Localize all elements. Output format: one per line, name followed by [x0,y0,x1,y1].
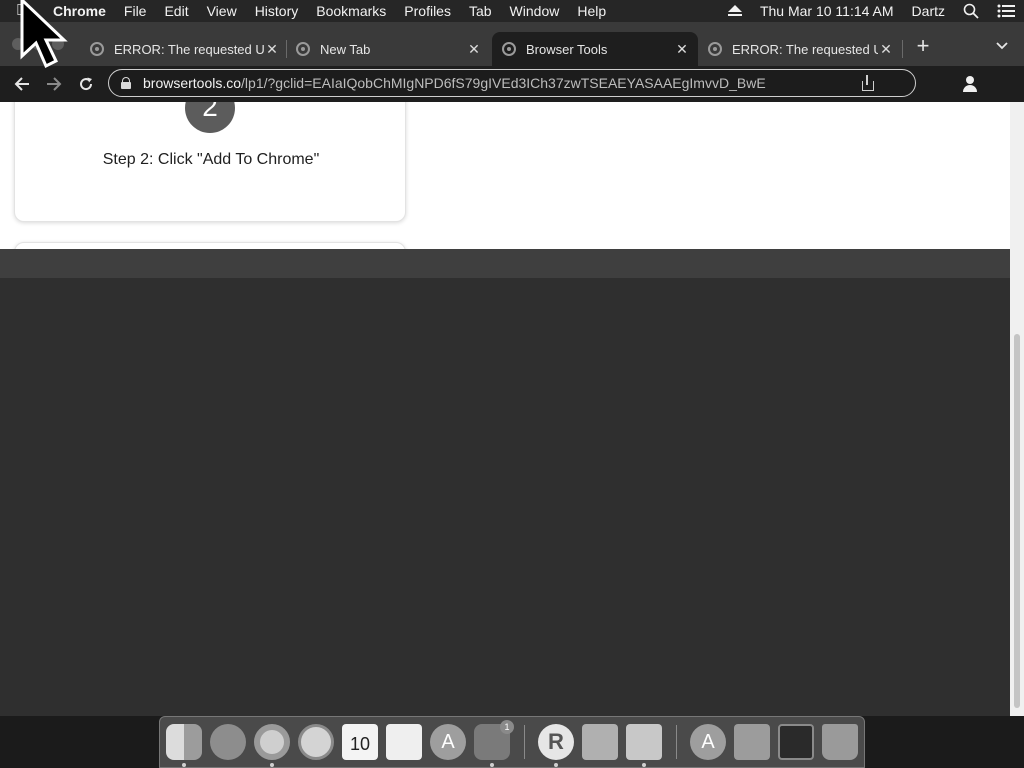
running-indicator [182,763,186,767]
menu-help[interactable]: Help [568,0,615,22]
menu-tab[interactable]: Tab [460,0,501,22]
running-indicator [554,763,558,767]
menu-history[interactable]: History [246,0,308,22]
share-icon[interactable] [859,75,875,91]
mouse-cursor-icon [20,0,68,69]
notes-icon[interactable] [386,724,422,760]
tab-separator [286,40,287,58]
globe-icon [90,42,104,56]
applications-folder-icon[interactable]: A [690,724,726,760]
finder-icon[interactable] [166,724,202,760]
close-tab-icon[interactable]: ✕ [264,41,280,58]
scrollbar-thumb[interactable] [1014,334,1020,708]
calendar-icon[interactable]: 10 [342,724,378,760]
tab-title: ERROR: The requested U [114,41,264,57]
spotlight-icon[interactable] [954,0,988,22]
close-tab-icon[interactable]: ✕ [674,41,690,58]
dock: 10 A 1 R A [159,716,865,768]
url-text[interactable]: browsertools.co/lp1/?gclid=EAIaIQobChMIg… [143,75,859,91]
page-scrollbar[interactable] [1010,102,1024,716]
close-tab-icon[interactable]: ✕ [878,41,894,58]
running-indicator [270,763,274,767]
tab-new-tab[interactable]: New Tab ✕ [296,32,482,66]
menu-edit[interactable]: Edit [155,0,197,22]
dock-separator [676,725,677,759]
web-page: 2 Step 2: Click "Add To Chrome" [0,102,1010,249]
preview-icon[interactable] [626,724,662,760]
launchpad-icon[interactable] [210,724,246,760]
running-indicator [490,763,494,767]
arrow-right-icon [47,77,62,91]
globe-icon [502,42,516,56]
globe-icon [296,42,310,56]
lock-icon[interactable] [121,77,131,89]
control-center-icon[interactable] [988,0,1024,22]
url-domain: browsertools.co [143,75,242,91]
arrow-left-icon [14,77,29,91]
back-button[interactable] [10,72,34,96]
tab-browser-tools[interactable]: Browser Tools ✕ [492,32,698,66]
overlay-header-band [0,249,1010,278]
forward-button[interactable] [42,72,66,96]
tab-strip: ERROR: The requested U ✕ New Tab ✕ Brows… [0,22,1024,66]
running-indicator [642,763,646,767]
chrome-icon[interactable] [254,724,290,760]
desktop:  Chrome File Edit View History Bookmark… [0,0,1024,768]
notification-badge: 1 [500,720,514,734]
menu-file[interactable]: File [115,0,156,22]
downloads-folder-icon[interactable] [734,724,770,760]
url-path: /lp1/?gclid=EAIaIQobChMIgNPD6fS79gIVEd3I… [241,75,766,91]
reload-icon [80,77,93,91]
calendar-day: 10 [349,734,371,754]
tab-title: ERROR: The requested U [732,41,878,57]
menu-view[interactable]: View [198,0,246,22]
step-instruction: Step 2: Click "Add To Chrome" [102,151,320,168]
address-bar[interactable]: browsertools.co/lp1/?gclid=EAIaIQobChMIg… [108,69,916,97]
r-app-icon[interactable]: R [538,724,574,760]
step-number-badge: 2 [185,102,235,133]
dark-overlay[interactable] [0,278,1010,716]
safari-icon[interactable] [298,724,334,760]
close-tab-icon[interactable]: ✕ [466,41,482,58]
step-card: 2 Step 2: Click "Add To Chrome" [14,102,406,222]
tab-error-1[interactable]: ERROR: The requested U ✕ [90,32,280,66]
chevron-down-icon [996,42,1008,50]
tab-title: New Tab [320,41,371,57]
new-tab-button[interactable]: + [912,35,934,58]
trash-icon[interactable] [822,724,858,760]
disk-utility-icon[interactable] [582,724,618,760]
tab-search-button[interactable] [992,38,1012,58]
tab-title: Browser Tools [526,41,608,57]
clock[interactable]: Thu Mar 10 11:14 AM [751,0,903,22]
menu-bar:  Chrome File Edit View History Bookmark… [0,0,1024,22]
reload-button[interactable] [74,72,98,96]
globe-icon [708,42,722,56]
eject-icon[interactable] [719,0,751,22]
app-store-icon[interactable]: A [430,724,466,760]
menu-bookmarks[interactable]: Bookmarks [307,0,395,22]
tab-separator [902,40,903,58]
tab-error-2[interactable]: ERROR: The requested U ✕ [708,32,894,66]
user-menu[interactable]: Dartz [903,0,954,22]
browser-toolbar: browsertools.co/lp1/?gclid=EAIaIQobChMIg… [0,66,1024,102]
menu-window[interactable]: Window [501,0,569,22]
screenshot-thumbnail-icon[interactable] [778,724,814,760]
step-card-next [14,242,406,249]
profile-button[interactable] [958,72,982,96]
dock-separator [524,725,525,759]
menu-profiles[interactable]: Profiles [395,0,460,22]
